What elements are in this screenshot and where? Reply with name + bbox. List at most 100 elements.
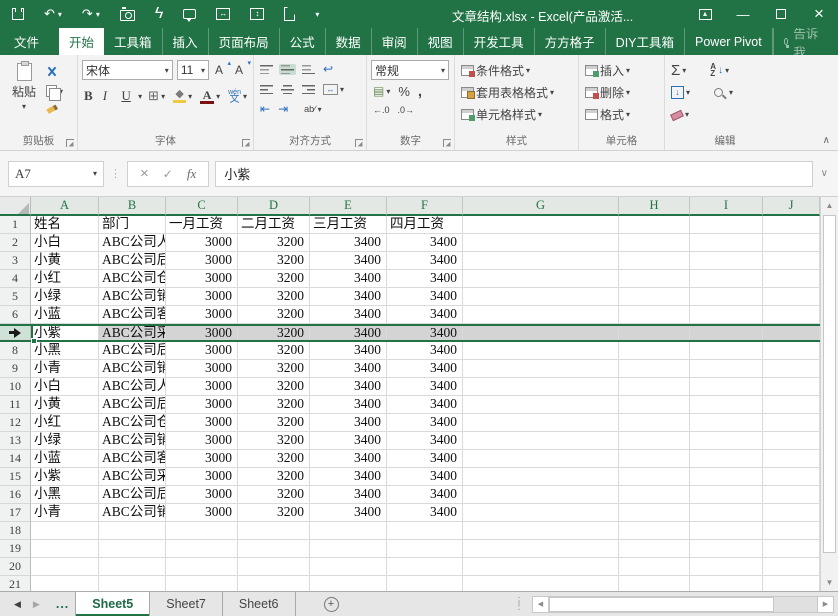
cell-E1[interactable]: 三月工资: [310, 216, 387, 234]
cell-I10[interactable]: [690, 378, 763, 396]
cell-G9[interactable]: [463, 360, 619, 378]
sheet-nav-right-icon[interactable]: ▶: [33, 599, 40, 610]
cell-A15[interactable]: 小紫: [31, 468, 99, 486]
cell-A1[interactable]: 姓名: [31, 216, 99, 234]
cell-E20[interactable]: [310, 558, 387, 576]
cell-C8[interactable]: 3000: [166, 342, 238, 360]
cell-A2[interactable]: 小白: [31, 234, 99, 252]
cell-H16[interactable]: [619, 486, 690, 504]
find-select-button[interactable]: ▾: [712, 87, 735, 98]
cell-J19[interactable]: [763, 540, 820, 558]
cell-J2[interactable]: [763, 234, 820, 252]
cell-C18[interactable]: [166, 522, 238, 540]
cell-G12[interactable]: [463, 414, 619, 432]
sheet-tab-sheet6[interactable]: Sheet6: [223, 592, 296, 616]
maximize-button[interactable]: [762, 0, 800, 28]
number-format-combo[interactable]: 常规▾: [371, 60, 449, 80]
row-header-5[interactable]: 5: [0, 288, 31, 306]
cell-J17[interactable]: [763, 504, 820, 522]
tab-review[interactable]: 审阅: [372, 28, 418, 55]
align-left-button[interactable]: [258, 84, 275, 95]
tab-developer[interactable]: 开发工具: [464, 28, 535, 55]
cell-D5[interactable]: 3200: [238, 288, 310, 306]
row-header-15[interactable]: 15: [0, 468, 31, 486]
vertical-scroll-thumb[interactable]: [823, 215, 836, 553]
cell-C3[interactable]: 3000: [166, 252, 238, 270]
cell-C10[interactable]: 3000: [166, 378, 238, 396]
cell-D9[interactable]: 3200: [238, 360, 310, 378]
cell-F13[interactable]: 3400: [387, 432, 463, 450]
cell-C21[interactable]: [166, 576, 238, 591]
cell-G21[interactable]: [463, 576, 619, 591]
cell-B21[interactable]: [99, 576, 166, 591]
cell-H21[interactable]: [619, 576, 690, 591]
close-button[interactable]: ×: [800, 0, 838, 28]
cell-E8[interactable]: 3400: [310, 342, 387, 360]
column-header-G[interactable]: G: [463, 197, 619, 216]
cell-J12[interactable]: [763, 414, 820, 432]
cell-D4[interactable]: 3200: [238, 270, 310, 288]
minimize-button[interactable]: —: [724, 0, 762, 28]
clear-button[interactable]: ▾: [669, 108, 691, 120]
cell-G19[interactable]: [463, 540, 619, 558]
cell-I2[interactable]: [690, 234, 763, 252]
alignment-dialog-launcher[interactable]: [355, 139, 363, 147]
clipboard-dialog-launcher[interactable]: [66, 139, 74, 147]
camera-button[interactable]: [120, 8, 135, 21]
cell-H3[interactable]: [619, 252, 690, 270]
cell-D18[interactable]: [238, 522, 310, 540]
cell-D21[interactable]: [238, 576, 310, 591]
format-cells-button[interactable]: 格式▾: [583, 105, 632, 124]
cell-B3[interactable]: ABC公司后: [99, 252, 166, 270]
tab-toolbox[interactable]: 工具箱: [104, 28, 163, 55]
tab-insert[interactable]: 插入: [163, 28, 209, 55]
cell-A18[interactable]: [31, 522, 99, 540]
column-width-button[interactable]: ↔: [216, 8, 230, 20]
tab-split-handle[interactable]: ⋮⋮: [514, 599, 524, 609]
cell-F7[interactable]: 3400: [387, 326, 463, 340]
cell-C7[interactable]: 3000: [166, 326, 238, 340]
cell-D20[interactable]: [238, 558, 310, 576]
cell-F1[interactable]: 四月工资: [387, 216, 463, 234]
cell-E13[interactable]: 3400: [310, 432, 387, 450]
cell-D1[interactable]: 二月工资: [238, 216, 310, 234]
cell-A19[interactable]: [31, 540, 99, 558]
conditional-formatting-button[interactable]: 条件格式▾: [459, 61, 532, 80]
percent-style-button[interactable]: %: [396, 83, 412, 100]
cell-J7[interactable]: [763, 326, 820, 340]
font-color-button[interactable]: A▾: [198, 88, 222, 105]
cell-G7[interactable]: [463, 326, 619, 340]
cell-B10[interactable]: ABC公司人: [99, 378, 166, 396]
cell-F11[interactable]: 3400: [387, 396, 463, 414]
cell-A9[interactable]: 小青: [31, 360, 99, 378]
cell-I21[interactable]: [690, 576, 763, 591]
tab-diy-toolbox[interactable]: DIY工具箱: [606, 28, 685, 55]
cell-J5[interactable]: [763, 288, 820, 306]
cancel-button[interactable]: ×: [140, 165, 149, 182]
cell-F18[interactable]: [387, 522, 463, 540]
cell-J3[interactable]: [763, 252, 820, 270]
tell-me-box[interactable]: 告诉我...: [773, 28, 829, 55]
cell-A5[interactable]: 小绿: [31, 288, 99, 306]
cell-I18[interactable]: [690, 522, 763, 540]
cell-G1[interactable]: [463, 216, 619, 234]
cell-H10[interactable]: [619, 378, 690, 396]
tab-home[interactable]: 开始: [59, 28, 104, 55]
cell-J11[interactable]: [763, 396, 820, 414]
cell-J21[interactable]: [763, 576, 820, 591]
bottom-align-button[interactable]: [300, 64, 317, 75]
cell-H20[interactable]: [619, 558, 690, 576]
cell-C15[interactable]: 3000: [166, 468, 238, 486]
autosum-button[interactable]: Σ▾: [669, 61, 688, 80]
cell-F4[interactable]: 3400: [387, 270, 463, 288]
cell-A3[interactable]: 小黄: [31, 252, 99, 270]
cell-G6[interactable]: [463, 306, 619, 324]
cell-F16[interactable]: 3400: [387, 486, 463, 504]
column-header-J[interactable]: J: [763, 197, 820, 216]
column-header-H[interactable]: H: [619, 197, 690, 216]
underline-dropdown-icon[interactable]: ▾: [138, 92, 142, 101]
merge-center-button[interactable]: ↔▾: [321, 83, 346, 96]
row-header-18[interactable]: 18: [0, 522, 31, 540]
cell-D8[interactable]: 3200: [238, 342, 310, 360]
cell-I8[interactable]: [690, 342, 763, 360]
